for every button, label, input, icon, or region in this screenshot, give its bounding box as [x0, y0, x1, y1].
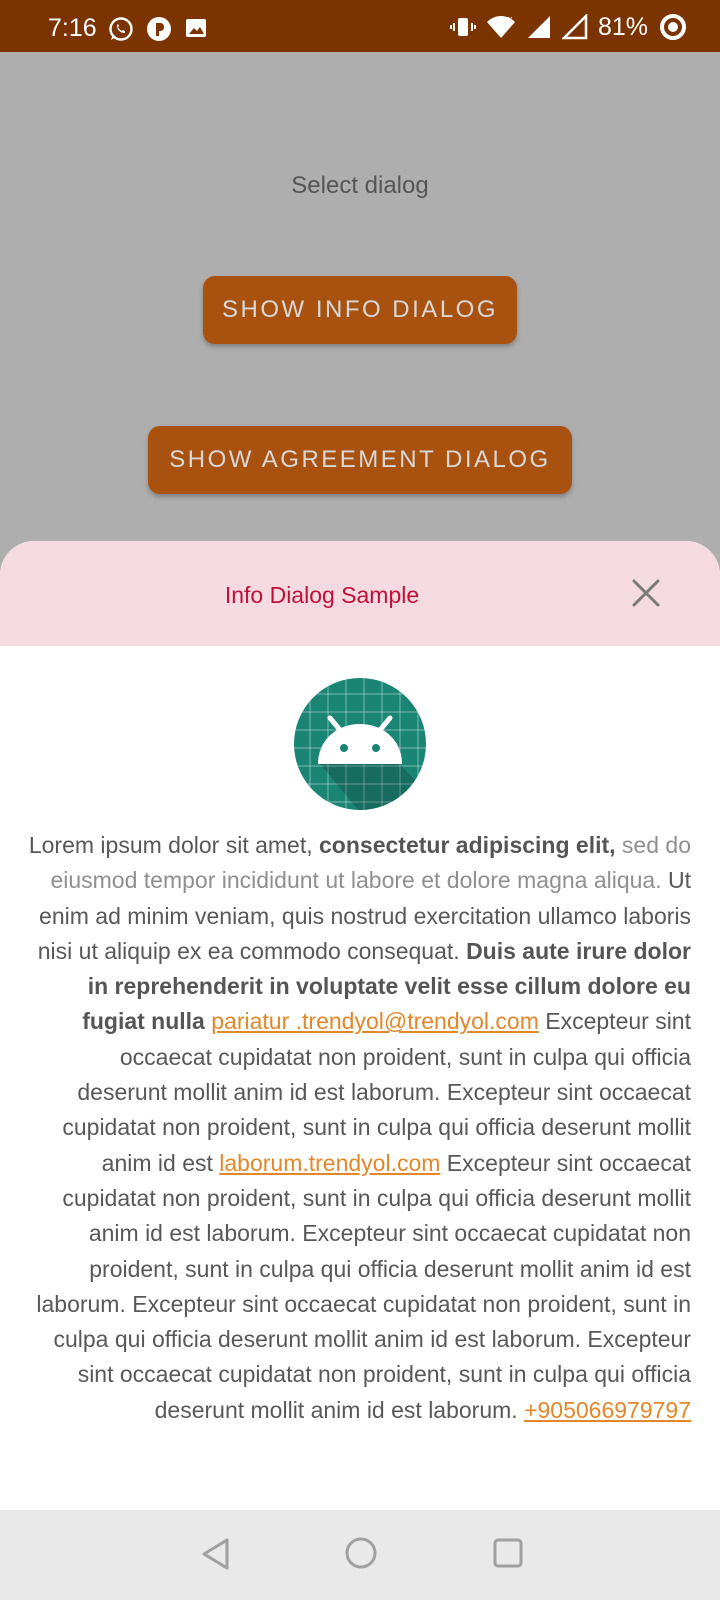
phone-link[interactable]: +905066979797: [524, 1397, 691, 1423]
select-dialog-label: Select dialog: [291, 172, 429, 199]
dialog-title: Info Dialog Sample: [224, 582, 420, 608]
body-text-bold: consectetur adipiscing elit,: [319, 832, 616, 858]
home-icon[interactable]: [344, 1536, 378, 1570]
status-time: 7:16: [48, 14, 97, 42]
navigation-bar: [0, 1510, 720, 1600]
back-icon[interactable]: [200, 1536, 232, 1572]
wifi-icon: x: [486, 14, 515, 38]
image-icon: [186, 19, 206, 37]
info-dialog: Info Dialog Sample Lorem ipsum dolor sit…: [0, 541, 720, 1510]
signal-icon: [561, 14, 588, 40]
recents-icon[interactable]: [491, 1536, 525, 1570]
dialog-header: Info Dialog Sample: [0, 541, 720, 646]
svg-text:x: x: [508, 14, 513, 24]
p-app-icon: [147, 17, 171, 41]
email-link[interactable]: pariatur .trendyol@trendyol.com: [211, 1008, 539, 1034]
notification-icons: [108, 16, 208, 42]
battery-percentage: 81%: [597, 12, 648, 41]
dialog-body-text: Lorem ipsum dolor sit amet, consectetur …: [26, 828, 691, 1428]
body-text-run: Excepteur sint occaecat cupidatat non pr…: [36, 1149, 691, 1423]
body-text-run: Lorem ipsum dolor sit amet,: [28, 832, 320, 858]
battery-ring-icon: [660, 14, 686, 40]
show-info-dialog-button[interactable]: SHOW INFO DIALOG: [203, 276, 517, 344]
website-link[interactable]: laborum.trendyol.com: [219, 1150, 440, 1176]
vibrate-icon: [449, 18, 476, 36]
show-agreement-dialog-button[interactable]: SHOW AGREEMENT DIALOG: [148, 426, 572, 494]
system-icons: x 81%: [449, 12, 688, 42]
android-robot-icon: [294, 678, 426, 810]
status-bar: 7:16 x 81%: [0, 0, 720, 52]
signal-icon: [527, 16, 550, 38]
whatsapp-icon: [109, 17, 133, 41]
close-icon[interactable]: [628, 575, 664, 611]
